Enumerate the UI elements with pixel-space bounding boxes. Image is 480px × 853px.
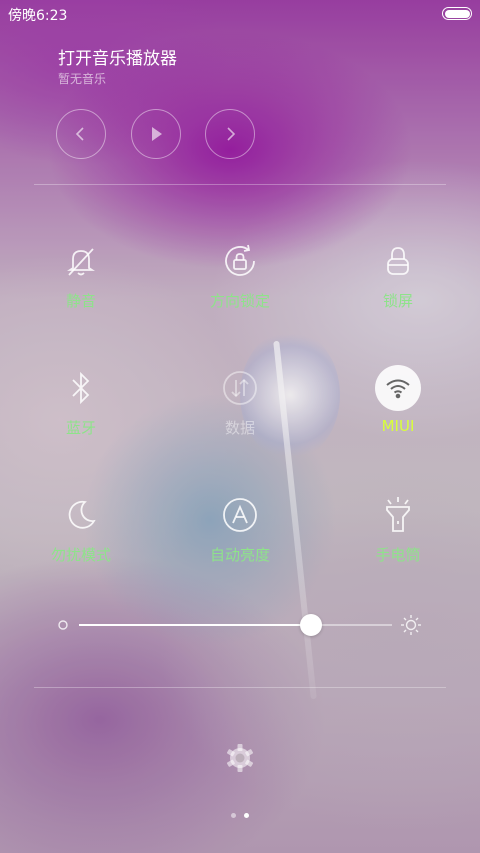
toggle-label: 手电筒 [375,546,421,564]
toggle-mobile-data[interactable]: 数据 [170,365,310,445]
toggle-wifi[interactable]: MIUI [328,365,468,445]
brightness-low-icon [58,620,68,630]
bell-off-icon [58,238,104,284]
brightness-high-icon [401,615,421,635]
page-dot-current[interactable] [244,813,249,818]
toggle-do-not-disturb[interactable]: 勿扰模式 [11,492,151,572]
lock-icon [375,238,421,284]
previous-button[interactable] [56,109,106,159]
mobile-data-icon [217,365,263,411]
toggle-flashlight[interactable]: 手电筒 [328,492,468,572]
toggle-label: 勿扰模式 [50,546,111,564]
auto-brightness-icon [217,492,263,538]
music-player-subtitle: 暂无音乐 [58,72,107,86]
toggle-label: 静音 [65,292,96,310]
brightness-slider[interactable] [52,610,432,640]
rotation-lock-icon [217,238,263,284]
status-bar: 傍晚6:23 [0,0,480,26]
toggle-mute[interactable]: 静音 [11,238,151,318]
play-icon [152,127,162,141]
next-icon [227,127,236,141]
wifi-icon [375,365,421,411]
toggle-label: 蓝牙 [65,419,96,437]
previous-icon [75,127,84,141]
gear-icon [226,744,254,772]
toggle-lock-screen[interactable]: 锁屏 [328,238,468,318]
settings-button[interactable] [224,742,256,774]
toggle-label: 自动亮度 [209,546,270,564]
music-player-title[interactable]: 打开音乐播放器 [58,44,177,69]
play-button[interactable] [131,109,181,159]
bluetooth-icon [58,365,104,411]
status-time: 傍晚6:23 [8,8,68,24]
next-button[interactable] [205,109,255,159]
battery-icon [442,7,472,20]
toggle-bluetooth[interactable]: 蓝牙 [11,365,151,445]
toggle-label: 方向锁定 [209,292,270,310]
toggle-label: 数据 [224,419,255,437]
slider-fill [79,624,311,626]
moon-icon [58,492,104,538]
toggle-rotation-lock[interactable]: 方向锁定 [170,238,310,318]
flashlight-icon [375,492,421,538]
toggle-auto-brightness[interactable]: 自动亮度 [170,492,310,572]
toggle-label: 锁屏 [382,292,413,310]
toggle-label: MIUI [381,417,415,435]
divider-top [34,184,446,185]
page-dot[interactable] [231,813,236,818]
slider-thumb[interactable] [299,614,322,636]
divider-bottom [34,687,446,688]
page-indicator [0,813,480,818]
